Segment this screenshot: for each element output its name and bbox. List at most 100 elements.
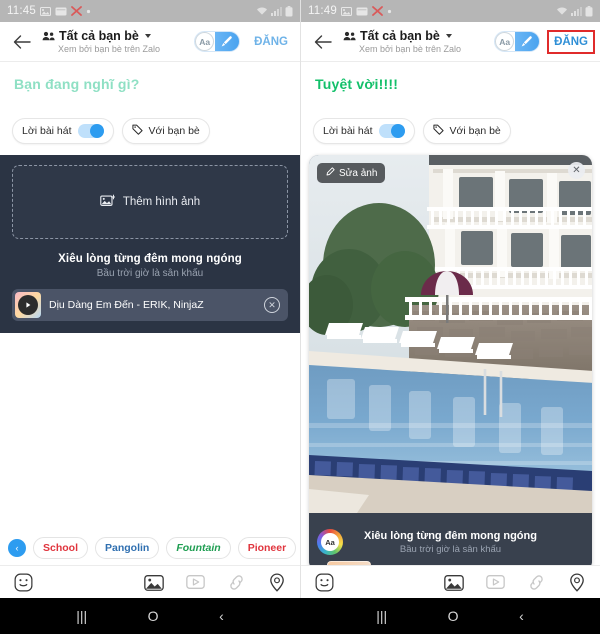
post-button[interactable]: ĐĂNG: [250, 33, 292, 51]
composer-right[interactable]: Tuyệt vời!!!!: [301, 62, 600, 92]
header-audience-selector[interactable]: Tất cả bạn bè Xem bởi bạn bè trên Zalo: [337, 29, 494, 54]
aa-knob-label: Aa: [495, 32, 515, 51]
image-icon[interactable]: [444, 574, 464, 591]
add-image-dropzone[interactable]: Thêm hình ảnh: [12, 165, 288, 239]
card-icon: [356, 7, 368, 16]
app-header-right: Tất cả bạn bè Xem bởi bạn bè trên Zalo A…: [301, 22, 600, 62]
mute-icon: [372, 6, 383, 16]
dual-screenshot-container: 11:45 Tất cả bạn bè Xem bởi bạn bè trên …: [0, 0, 600, 598]
chip-label: Lời bài hát: [323, 125, 373, 137]
text-style-badge[interactable]: Aa: [317, 529, 343, 555]
caption-line-main: Xiêu lòng từng đêm mong ngóng: [364, 529, 537, 542]
back-button[interactable]: ‹: [219, 608, 224, 624]
status-time: 11:49: [308, 5, 337, 17]
location-icon[interactable]: [268, 572, 286, 592]
close-icon[interactable]: ✕: [568, 162, 585, 179]
bottom-toolbar-right: [301, 565, 600, 598]
caption-line-sub: Bầu trời giờ là sân khấu: [399, 543, 502, 555]
link-icon[interactable]: [227, 574, 246, 591]
sticker-icon[interactable]: [315, 573, 334, 592]
song-title: Dịu Dàng Em Đến - ERIK, NinjaZ: [49, 299, 204, 311]
header-title: Tất cả bạn bè: [360, 29, 440, 43]
video-icon[interactable]: [186, 574, 205, 590]
lyrics-toggle-switch[interactable]: [77, 124, 104, 138]
back-button[interactable]: ‹: [519, 608, 524, 624]
battery-icon: [585, 5, 593, 17]
lyrics-toggle-switch[interactable]: [378, 124, 405, 138]
lyric-line-sub: Bầu trời giờ là sân khấu: [96, 268, 204, 279]
tag-icon: [131, 124, 143, 138]
add-image-label: Thêm hình ảnh: [122, 196, 201, 208]
font-chip-pioneer[interactable]: Pioneer: [237, 537, 297, 559]
battery-icon: [285, 5, 293, 17]
text-style-toggle[interactable]: Aa: [494, 31, 541, 52]
signal-icon: [271, 6, 282, 16]
song-card[interactable]: Dịu Dàng Em Đến - ERIK, NinjaZ ✕: [12, 289, 288, 321]
status-bar-left: 11:45: [0, 0, 300, 22]
edit-photo-label: Sửa ảnh: [339, 167, 378, 179]
dot-icon: [387, 9, 392, 14]
sticker-icon[interactable]: [14, 573, 33, 592]
chip-lyrics-toggle[interactable]: Lời bài hát: [313, 118, 415, 144]
image-icon[interactable]: [144, 574, 164, 591]
photo-image: [309, 155, 592, 513]
chip-label: Lời bài hát: [22, 125, 72, 137]
add-image-icon: [100, 194, 116, 211]
people-icon: [42, 31, 55, 41]
image-icon: [340, 6, 352, 16]
recents-button[interactable]: |||: [76, 608, 87, 624]
post-button[interactable]: ĐĂNG: [547, 29, 595, 54]
photo-card[interactable]: Sửa ảnh ✕ Aa Xiêu lòng từng đêm mong ngó…: [309, 155, 592, 571]
header-audience-selector[interactable]: Tất cả bạn bè Xem bởi bạn bè trên Zalo: [36, 29, 194, 54]
wifi-icon: [556, 6, 568, 16]
right-phone-screen: 11:49 Tất cả bạn bè Xem bởi bạn bè trên …: [300, 0, 600, 598]
back-button[interactable]: [8, 28, 36, 56]
remove-song-icon[interactable]: ✕: [264, 297, 280, 313]
tag-icon: [432, 124, 444, 138]
header-subtitle: Xem bởi bạn bè trên Zalo: [359, 44, 461, 54]
app-header-left: Tất cả bạn bè Xem bởi bạn bè trên Zalo A…: [0, 22, 300, 62]
status-time: 11:45: [7, 5, 36, 17]
previous-fonts-button[interactable]: ‹: [8, 539, 26, 557]
chip-with-friends[interactable]: Với bạn bè: [422, 118, 511, 144]
composer-placeholder: Bạn đang nghĩ gì?: [14, 76, 140, 92]
recents-button[interactable]: |||: [376, 608, 387, 624]
header-title: Tất cả bạn bè: [59, 29, 139, 43]
aa-badge-label: Aa: [321, 533, 339, 551]
chevron-down-icon[interactable]: [144, 34, 151, 38]
android-nav-bar: ||| O ‹ ||| O ‹: [0, 598, 600, 634]
back-button[interactable]: [309, 28, 337, 56]
left-phone-screen: 11:45 Tất cả bạn bè Xem bởi bạn bè trên …: [0, 0, 300, 598]
option-chips-right: Lời bài hát Với bạn bè: [301, 92, 600, 155]
home-button[interactable]: O: [148, 608, 159, 624]
play-icon: [18, 295, 38, 315]
text-style-toggle[interactable]: Aa: [194, 31, 241, 52]
status-bar-right: 11:49: [301, 0, 600, 22]
nav-bar-left: ||| O ‹: [0, 598, 300, 634]
video-icon[interactable]: [486, 574, 505, 590]
font-chip-pangolin[interactable]: Pangolin: [95, 537, 160, 559]
option-chips-left: Lời bài hát Với bạn bè: [0, 92, 300, 155]
chevron-down-icon[interactable]: [445, 34, 452, 38]
chip-label: Với bạn bè: [148, 125, 200, 137]
header-subtitle: Xem bởi bạn bè trên Zalo: [58, 44, 160, 54]
card-icon: [55, 7, 67, 16]
mute-icon: [71, 6, 82, 16]
location-icon[interactable]: [568, 572, 586, 592]
font-chip-fountain[interactable]: Fountain: [166, 537, 231, 559]
link-icon[interactable]: [527, 574, 546, 591]
brush-icon: [514, 35, 539, 48]
font-style-bar: ‹ School Pangolin Fountain Pioneer Maza: [0, 531, 300, 565]
composer-left[interactable]: Bạn đang nghĩ gì?: [0, 62, 300, 92]
chip-lyrics-toggle[interactable]: Lời bài hát: [12, 118, 114, 144]
composer-text: Tuyệt vời!!!!: [315, 76, 399, 92]
chip-with-friends[interactable]: Với bạn bè: [121, 118, 210, 144]
font-chip-school[interactable]: School: [33, 537, 89, 559]
song-thumbnail: [15, 292, 41, 318]
lyric-card-panel: Thêm hình ảnh Xiêu lòng từng đêm mong ng…: [0, 155, 300, 333]
nav-bar-right: ||| O ‹: [300, 598, 600, 634]
edit-photo-button[interactable]: Sửa ảnh: [317, 163, 386, 183]
aa-knob-label: Aa: [195, 32, 215, 51]
bottom-toolbar-left: [0, 565, 300, 598]
home-button[interactable]: O: [448, 608, 459, 624]
